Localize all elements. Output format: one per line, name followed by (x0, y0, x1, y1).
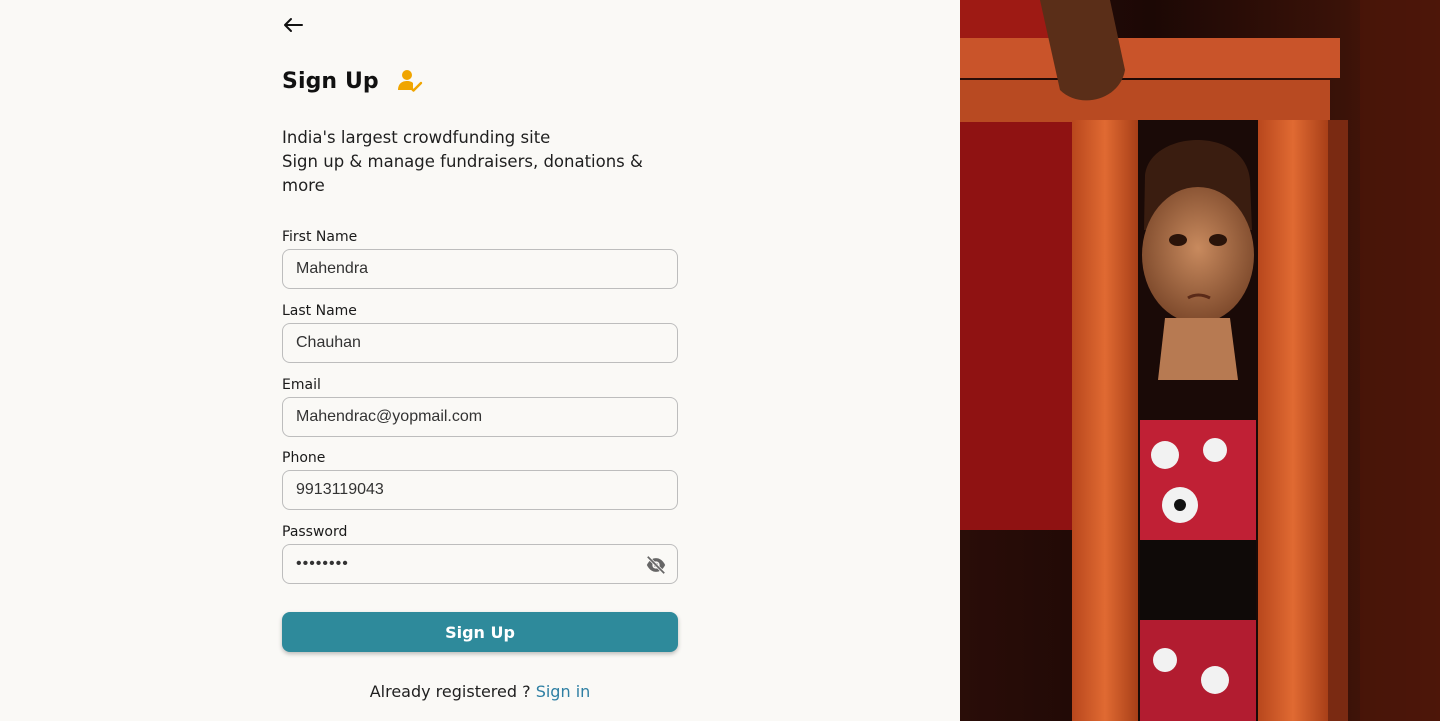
email-label: Email (282, 377, 321, 393)
last-name-field-group: Last Name Chauhan (282, 303, 678, 363)
phone-field-group: Phone 9913119043 (282, 450, 678, 510)
email-input[interactable]: Mahendrac@yopmail.com (282, 397, 678, 437)
signup-panel: Sign Up India's largest crowdfunding sit… (0, 0, 960, 721)
first-name-field-group: First Name Mahendra (282, 229, 678, 289)
password-field-group: Password •••••••• (282, 524, 678, 584)
email-field-group: Email Mahendrac@yopmail.com (282, 377, 678, 437)
person-check-icon (397, 68, 423, 94)
first-name-input[interactable]: Mahendra (282, 249, 678, 289)
intro-line-2: Sign up & manage fundraisers, donations … (282, 152, 643, 195)
last-name-label: Last Name (282, 303, 357, 319)
phone-label: Phone (282, 450, 326, 466)
password-label: Password (282, 524, 348, 540)
sign-in-link[interactable]: Sign in (536, 682, 591, 701)
last-name-input[interactable]: Chauhan (282, 323, 678, 363)
photo-icon (960, 0, 1440, 721)
arrow-left-icon[interactable] (282, 14, 304, 36)
password-value: •••••••• (296, 555, 349, 572)
sign-in-prompt: Already registered ? Sign in (282, 682, 678, 701)
password-input[interactable]: •••••••• (282, 544, 678, 584)
hero-photo (960, 0, 1440, 721)
intro-line-1: India's largest crowdfunding site (282, 128, 551, 147)
first-name-label: First Name (282, 229, 358, 245)
already-registered-text: Already registered ? (369, 682, 536, 701)
intro-text: India's largest crowdfunding site Sign u… (282, 126, 662, 198)
eye-off-icon[interactable] (645, 554, 667, 576)
sign-up-button[interactable]: Sign Up (282, 612, 678, 652)
signup-page: Sign Up India's largest crowdfunding sit… (0, 0, 1440, 721)
phone-input[interactable]: 9913119043 (282, 470, 678, 510)
title-row: Sign Up (282, 68, 423, 94)
page-title: Sign Up (282, 68, 379, 94)
